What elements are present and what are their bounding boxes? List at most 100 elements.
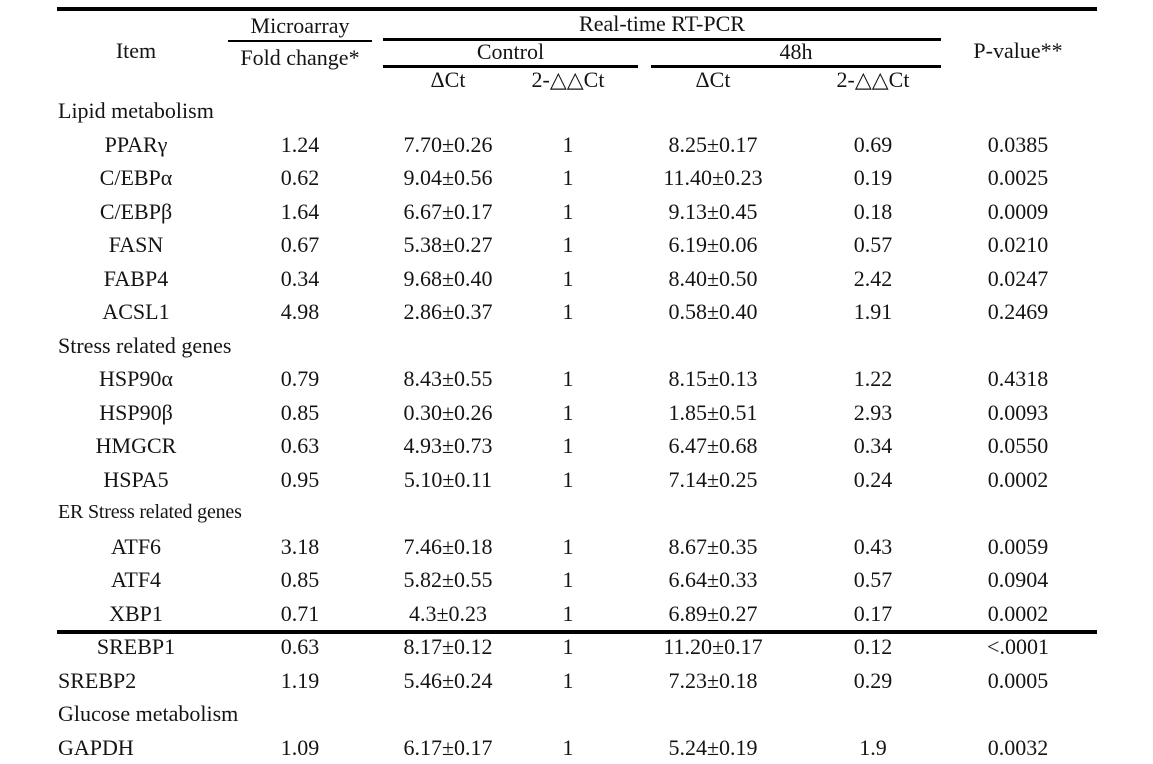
row-cell-p-value: 0.0009 bbox=[944, 195, 1092, 229]
row-cell-dct-control: 8.43±0.55 bbox=[386, 362, 510, 396]
row-cell-dct-48h: 9.13±0.45 bbox=[650, 195, 776, 229]
row-cell-dct-control: 4.3±0.23 bbox=[386, 597, 510, 631]
row-cell-fold-change: 1.24 bbox=[222, 128, 378, 162]
row-cell-p-value: <.0001 bbox=[944, 630, 1092, 664]
row-cell-dct-control: 9.04±0.56 bbox=[386, 161, 510, 195]
row-cell-item: ATF6 bbox=[60, 530, 212, 564]
row-cell-dct-48h: 11.40±0.23 bbox=[650, 161, 776, 195]
table-body: Lipid metabolismPPARγ1.247.70±0.2618.25±… bbox=[0, 94, 1153, 764]
row-cell-p-value: 0.2469 bbox=[944, 295, 1092, 329]
row-cell-dct-48h: 6.19±0.06 bbox=[650, 228, 776, 262]
row-cell-dct-control: 5.82±0.55 bbox=[386, 563, 510, 597]
row-cell-item: C/EBPα bbox=[60, 161, 212, 195]
row-cell-dct-control: 7.46±0.18 bbox=[386, 530, 510, 564]
row-cell-dct-48h: 8.67±0.35 bbox=[650, 530, 776, 564]
table-row: ATF63.187.46±0.1818.67±0.350.430.0059 bbox=[0, 530, 1153, 564]
row-cell-ddct-48h: 0.17 bbox=[800, 597, 946, 631]
row-cell-dct-control: 5.46±0.24 bbox=[386, 664, 510, 698]
row-cell-ddct-48h: 0.57 bbox=[800, 563, 946, 597]
row-cell-fold-change: 1.19 bbox=[222, 664, 378, 698]
row-cell-item: ACSL1 bbox=[60, 295, 212, 329]
row-cell-ddct-48h: 2.42 bbox=[800, 262, 946, 296]
row-cell-p-value: 0.0550 bbox=[944, 429, 1092, 463]
row-cell-dct-48h: 8.25±0.17 bbox=[650, 128, 776, 162]
row-cell-ddct-control: 1 bbox=[500, 128, 636, 162]
row-cell-item: Glucose metabolism bbox=[58, 697, 458, 731]
column-header-ddct-48h: 2-△△Ct bbox=[800, 67, 946, 93]
row-cell-ddct-48h: 0.69 bbox=[800, 128, 946, 162]
row-cell-ddct-control: 1 bbox=[500, 362, 636, 396]
row-cell-p-value: 0.0385 bbox=[944, 128, 1092, 162]
table-row: ATF40.855.82±0.5516.64±0.330.570.0904 bbox=[0, 563, 1153, 597]
row-cell-dct-48h: 5.24±0.19 bbox=[650, 731, 776, 764]
column-header-fold-change: Fold change* bbox=[222, 45, 378, 71]
row-cell-ddct-control: 1 bbox=[500, 228, 636, 262]
row-cell-item: HMGCR bbox=[60, 429, 212, 463]
table-row: GAPDH1.096.17±0.1715.24±0.191.90.0032 bbox=[0, 731, 1153, 764]
row-cell-ddct-control: 1 bbox=[500, 664, 636, 698]
table-row: HSP90β0.850.30±0.2611.85±0.512.930.0093 bbox=[0, 396, 1153, 430]
row-cell-fold-change: 0.62 bbox=[222, 161, 378, 195]
row-cell-ddct-48h: 0.34 bbox=[800, 429, 946, 463]
row-cell-dct-control: 4.93±0.73 bbox=[386, 429, 510, 463]
row-cell-item: HSP90β bbox=[60, 396, 212, 430]
row-cell-dct-48h: 6.64±0.33 bbox=[650, 563, 776, 597]
row-cell-item: HSP90α bbox=[60, 362, 212, 396]
row-cell-item: SREBP1 bbox=[60, 630, 212, 664]
row-cell-ddct-control: 1 bbox=[500, 530, 636, 564]
row-cell-p-value: 0.0032 bbox=[944, 731, 1092, 764]
table-section-header: Lipid metabolism bbox=[0, 94, 1153, 128]
row-cell-dct-48h: 0.58±0.40 bbox=[650, 295, 776, 329]
column-group-microarray: Microarray bbox=[228, 13, 372, 39]
row-cell-item: PPARγ bbox=[60, 128, 212, 162]
row-cell-p-value: 0.0059 bbox=[944, 530, 1092, 564]
table-row: HSP90α0.798.43±0.5518.15±0.131.220.4318 bbox=[0, 362, 1153, 396]
table-row: SREBP10.638.17±0.12111.20±0.170.12<.0001 bbox=[0, 630, 1153, 664]
row-cell-ddct-48h: 0.12 bbox=[800, 630, 946, 664]
row-cell-ddct-control: 1 bbox=[500, 597, 636, 631]
row-cell-ddct-48h: 0.18 bbox=[800, 195, 946, 229]
table-row: FABP40.349.68±0.4018.40±0.502.420.0247 bbox=[0, 262, 1153, 296]
row-cell-dct-48h: 1.85±0.51 bbox=[650, 396, 776, 430]
row-cell-ddct-control: 1 bbox=[500, 630, 636, 664]
column-group-48h: 48h bbox=[651, 39, 941, 65]
table-row: C/EBPα0.629.04±0.56111.40±0.230.190.0025 bbox=[0, 161, 1153, 195]
table-row: SREBP21.195.46±0.2417.23±0.180.290.0005 bbox=[0, 664, 1153, 698]
row-cell-dct-48h: 6.89±0.27 bbox=[650, 597, 776, 631]
row-cell-ddct-48h: 0.57 bbox=[800, 228, 946, 262]
row-cell-ddct-48h: 1.9 bbox=[800, 731, 946, 764]
row-cell-p-value: 0.0002 bbox=[944, 463, 1092, 497]
row-cell-p-value: 0.4318 bbox=[944, 362, 1092, 396]
column-header-dct-48h: ΔCt bbox=[650, 67, 776, 93]
row-cell-p-value: 0.0210 bbox=[944, 228, 1092, 262]
column-header-dct-control: ΔCt bbox=[386, 67, 510, 93]
row-cell-item: Lipid metabolism bbox=[58, 94, 458, 128]
table-section-header: Glucose metabolism bbox=[0, 697, 1153, 731]
row-cell-item: C/EBPβ bbox=[60, 195, 212, 229]
row-cell-item: FABP4 bbox=[60, 262, 212, 296]
row-cell-fold-change: 3.18 bbox=[222, 530, 378, 564]
column-header-p-value: P-value** bbox=[944, 38, 1092, 64]
row-cell-ddct-control: 1 bbox=[500, 429, 636, 463]
row-cell-dct-control: 2.86±0.37 bbox=[386, 295, 510, 329]
row-cell-dct-control: 5.38±0.27 bbox=[386, 228, 510, 262]
table-section-header: ER Stress related genes bbox=[0, 496, 1153, 530]
row-cell-dct-control: 5.10±0.11 bbox=[386, 463, 510, 497]
row-cell-fold-change: 0.34 bbox=[222, 262, 378, 296]
row-cell-ddct-48h: 0.19 bbox=[800, 161, 946, 195]
table-row: HMGCR0.634.93±0.7316.47±0.680.340.0550 bbox=[0, 429, 1153, 463]
row-cell-ddct-control: 1 bbox=[500, 295, 636, 329]
row-cell-ddct-48h: 1.22 bbox=[800, 362, 946, 396]
row-cell-fold-change: 0.67 bbox=[222, 228, 378, 262]
table-row: HSPA50.955.10±0.1117.14±0.250.240.0002 bbox=[0, 463, 1153, 497]
row-cell-ddct-48h: 1.91 bbox=[800, 295, 946, 329]
table-row: ACSL14.982.86±0.3710.58±0.401.910.2469 bbox=[0, 295, 1153, 329]
row-cell-ddct-48h: 0.29 bbox=[800, 664, 946, 698]
row-cell-dct-control: 9.68±0.40 bbox=[386, 262, 510, 296]
row-cell-dct-48h: 7.23±0.18 bbox=[650, 664, 776, 698]
row-cell-dct-48h: 8.15±0.13 bbox=[650, 362, 776, 396]
table-section-header: Stress related genes bbox=[0, 329, 1153, 363]
row-cell-item: XBP1 bbox=[60, 597, 212, 631]
row-cell-fold-change: 0.95 bbox=[222, 463, 378, 497]
column-header-item: Item bbox=[60, 38, 212, 64]
